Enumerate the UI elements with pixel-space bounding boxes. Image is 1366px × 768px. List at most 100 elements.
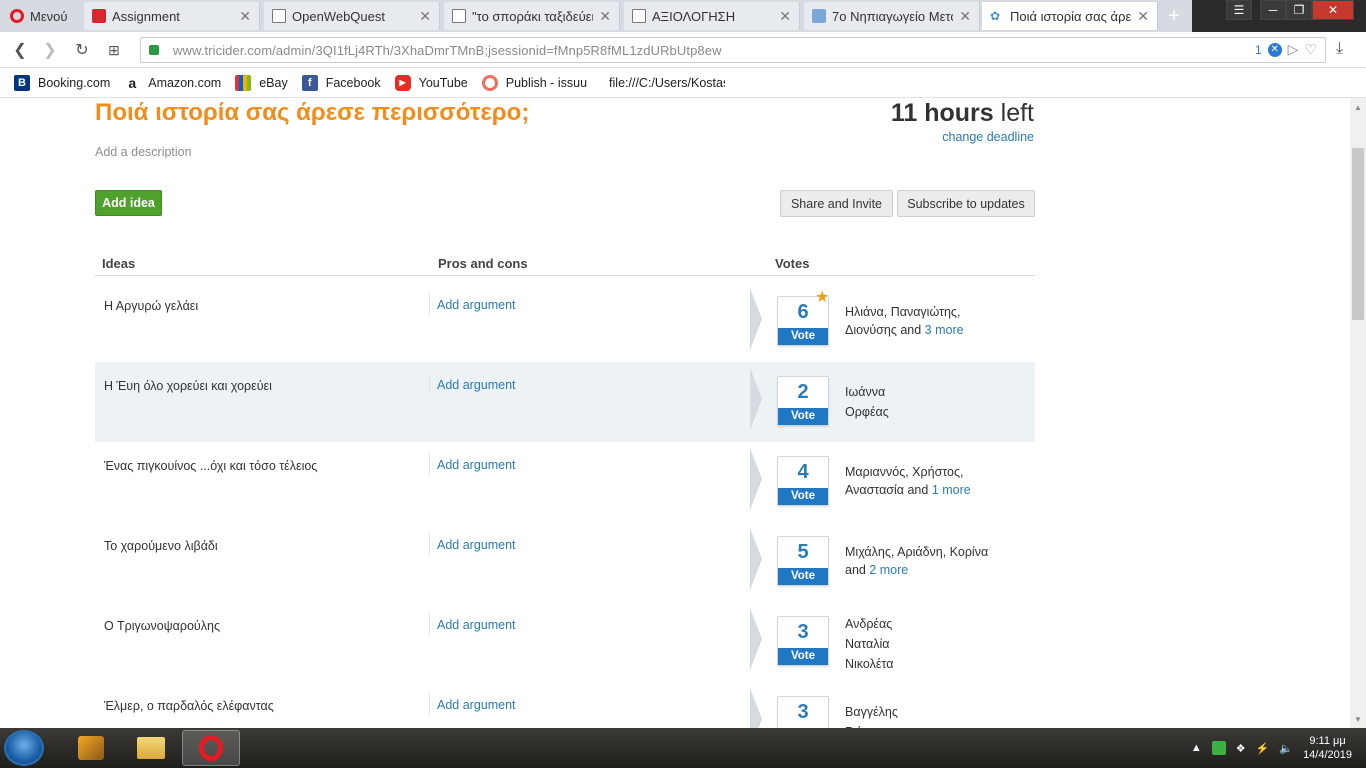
vote-pointer-icon: [750, 528, 762, 590]
volume-icon[interactable]: 🔈: [1279, 742, 1293, 755]
vertical-scrollbar[interactable]: ▲ ▼: [1350, 98, 1366, 728]
forward-icon[interactable]: ❯: [40, 40, 60, 60]
add-argument-link[interactable]: Add argument: [437, 618, 516, 632]
bookmark-ebay[interactable]: eBay: [235, 74, 288, 91]
description-placeholder[interactable]: Add a description: [95, 145, 192, 159]
tab-openwebquest[interactable]: OpenWebQuest ✕: [264, 2, 440, 30]
clock-date: 14/4/2019: [1303, 749, 1352, 761]
idea-title[interactable]: Έλμερ, ο παρδαλός ελέφαντας: [104, 699, 274, 713]
vote-button[interactable]: 4 Vote: [777, 456, 829, 506]
voter-list: Ηλιάνα, Παναγιώτης, Διονύσης and 3 more: [845, 303, 964, 339]
vote-button[interactable]: 3Vote: [777, 616, 829, 666]
file-explorer-icon[interactable]: [122, 730, 180, 766]
scroll-up-icon[interactable]: ▲: [1350, 100, 1366, 114]
scroll-down-icon[interactable]: ▼: [1350, 712, 1366, 726]
dropbox-icon[interactable]: ❖: [1236, 742, 1246, 755]
deadline-number: 11 hours: [890, 99, 994, 127]
tab-nipiagogeio[interactable]: 7ο Νηπιαγωγείο Μετα ✕: [804, 2, 980, 30]
tab-axiologisi[interactable]: ΑΞΙΟΛΟΓΗΣΗ ✕: [624, 2, 800, 30]
close-icon[interactable]: ✕: [239, 8, 251, 25]
deadline: 11 hours left: [891, 98, 1034, 128]
tab-title: ΑΞΙΟΛΟΓΗΣΗ: [652, 8, 736, 24]
idea-title[interactable]: Ο Τριγωνοψαρούλης: [104, 619, 220, 633]
bookmarks-bar: B Booking.com a Amazon.com eBay f Facebo…: [0, 68, 1366, 98]
minimize-button[interactable]: ─: [1260, 0, 1286, 20]
close-window-button[interactable]: ✕: [1312, 0, 1354, 20]
close-icon[interactable]: ✕: [959, 8, 971, 25]
menu-label: Μενού: [30, 8, 68, 24]
vote-label: Vote: [778, 568, 828, 585]
tab-tricider[interactable]: ✿ Ποιά ιστορία σας άρεσ ✕: [982, 2, 1158, 30]
close-icon[interactable]: ✕: [1137, 8, 1149, 25]
vote-pointer-icon: [750, 448, 762, 510]
idea-title[interactable]: Το χαρούμενο λιβάδι: [104, 539, 218, 553]
close-icon[interactable]: ✕: [419, 8, 431, 25]
add-idea-button[interactable]: Add idea: [95, 190, 162, 216]
add-argument-link[interactable]: Add argument: [437, 458, 516, 472]
column-separator: [429, 454, 430, 474]
reload-icon[interactable]: ↻: [72, 40, 92, 60]
more-voters-link[interactable]: 2 more: [869, 563, 908, 577]
speed-dial-icon[interactable]: ⊞: [104, 40, 124, 60]
bookmark-facebook[interactable]: f Facebook: [301, 74, 381, 91]
vote-count: 3: [797, 701, 809, 723]
tab-title: "το σποράκι ταξιδεύει: [472, 8, 594, 24]
bookmark-issuu[interactable]: Publish - issuu: [481, 74, 587, 91]
question-title[interactable]: Ποιά ιστορία σας άρεσε περισσότερο;: [95, 98, 529, 128]
browser-tab-bar: Μενού Assignment ✕ OpenWebQuest ✕ "το σπ…: [0, 0, 1366, 32]
bookmark-label: Amazon.com: [148, 75, 222, 90]
more-voters-link[interactable]: 3 more: [925, 323, 964, 337]
vote-button[interactable]: 3Vote: [777, 696, 829, 728]
scroll-thumb[interactable]: [1352, 148, 1364, 320]
bookmark-file[interactable]: file:///C:/Users/Kostas: [601, 75, 725, 91]
power-icon[interactable]: ⚡: [1256, 742, 1270, 755]
more-voters-link[interactable]: 1 more: [932, 483, 971, 497]
voter-names: Ηλιάνα, Παναγιώτης,: [845, 305, 961, 319]
tray-expand-icon[interactable]: ▲: [1191, 742, 1202, 754]
close-icon[interactable]: ✕: [599, 8, 611, 25]
tab-assignment[interactable]: Assignment ✕: [84, 2, 260, 30]
add-argument-link[interactable]: Add argument: [437, 538, 516, 552]
bookmark-amazon[interactable]: a Amazon.com: [124, 75, 221, 91]
change-deadline-link[interactable]: change deadline: [942, 130, 1034, 144]
system-clock[interactable]: 9:11 μμ 14/4/2019: [1303, 734, 1352, 762]
idea-title[interactable]: Ένας πιγκουίνος ...όχι και τόσο τέλειος: [104, 459, 317, 473]
add-argument-link[interactable]: Add argument: [437, 698, 516, 712]
vote-count: 2: [797, 381, 809, 403]
column-separator: [429, 534, 430, 554]
new-tab-button[interactable]: +: [1160, 2, 1188, 30]
close-icon[interactable]: ✕: [779, 8, 791, 25]
send-icon[interactable]: ▷: [1288, 41, 1299, 58]
idea-row: Ένας πιγκουίνος ...όχι και τόσο τέλειος A…: [95, 442, 1035, 522]
tab-sporaki[interactable]: "το σποράκι ταξιδεύει ✕: [444, 2, 620, 30]
adblock-icon[interactable]: ✕: [1267, 42, 1282, 57]
heart-icon[interactable]: ♡: [1304, 41, 1317, 58]
windows-start-button[interactable]: [4, 730, 44, 766]
maximize-button[interactable]: ❐: [1286, 0, 1312, 20]
voter-line: Ιωάννα: [845, 382, 889, 402]
back-icon[interactable]: ❮: [10, 40, 30, 60]
add-argument-link[interactable]: Add argument: [437, 378, 516, 392]
bookmark-youtube[interactable]: ▶ YouTube: [394, 74, 468, 91]
voter-names: Αναστασία and: [845, 483, 932, 497]
column-separator: [429, 614, 430, 634]
add-argument-link[interactable]: Add argument: [437, 298, 516, 312]
vote-button[interactable]: 2 Vote: [777, 376, 829, 426]
clock-time: 9:11 μμ: [1309, 735, 1346, 747]
voter-list: Μαριαννός, Χρήστος, Αναστασία and 1 more: [845, 463, 971, 499]
bookmark-booking[interactable]: B Booking.com: [14, 74, 110, 91]
address-field[interactable]: www.tricider.com/admin/3QI1fLj4RTh/3XhaD…: [140, 37, 1326, 63]
vote-button[interactable]: 5 Vote: [777, 536, 829, 586]
subscribe-button[interactable]: Subscribe to updates: [897, 190, 1035, 217]
download-icon[interactable]: ⤓: [1336, 40, 1343, 58]
media-player-icon[interactable]: [62, 730, 120, 766]
tab-title: Assignment: [112, 8, 180, 24]
share-invite-button[interactable]: Share and Invite: [780, 190, 893, 217]
opera-menu-button[interactable]: Μενού: [0, 0, 80, 32]
url-text[interactable]: www.tricider.com/admin/3QI1fLj4RTh/3XhaD…: [173, 43, 722, 58]
opera-taskbar-icon[interactable]: [182, 730, 240, 766]
idea-title[interactable]: Η Έυη όλο χορεύει και χορεύει: [104, 379, 272, 393]
menu-lines-icon[interactable]: ☰: [1226, 0, 1252, 20]
idea-title[interactable]: Η Αργυρώ γελάει: [104, 299, 198, 313]
tray-app-icon[interactable]: [1211, 741, 1226, 755]
